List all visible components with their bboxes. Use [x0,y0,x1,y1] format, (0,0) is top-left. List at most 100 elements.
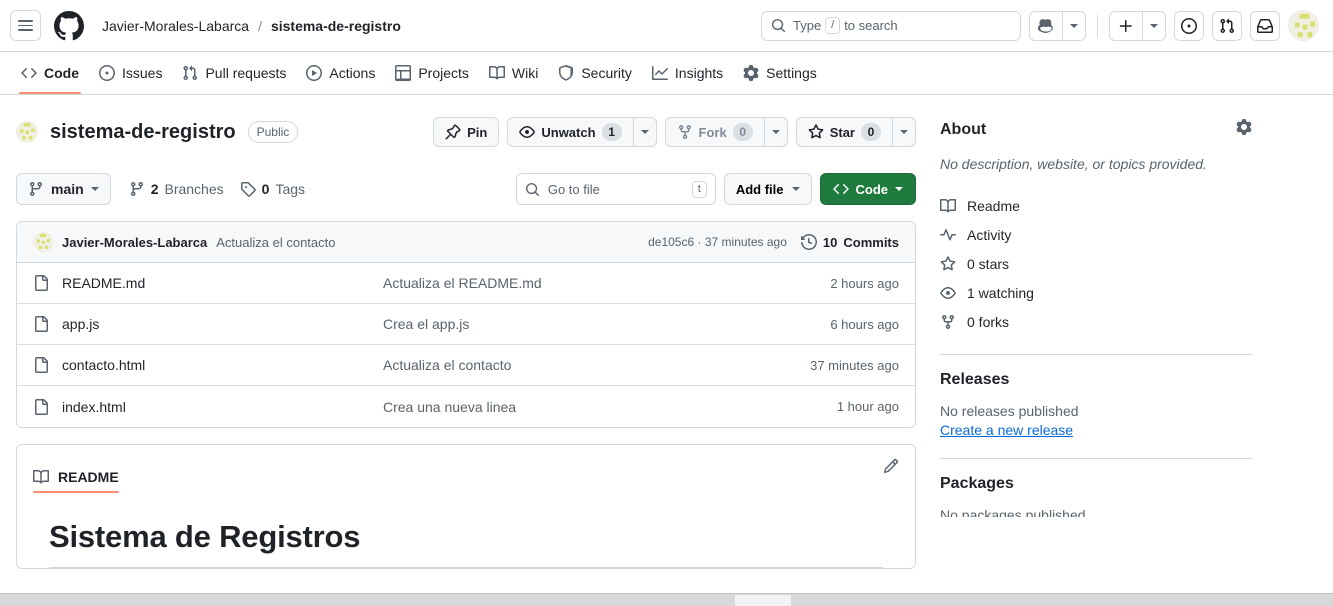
breadcrumb-repo[interactable]: sistema-de-registro [271,18,401,34]
tab-projects[interactable]: Projects [386,52,478,94]
pin-button[interactable]: Pin [433,117,500,147]
branches-count: 2 [150,181,159,197]
unwatch-button[interactable]: Unwatch 1 [507,117,633,147]
tag-icon [240,182,256,197]
breadcrumb-owner[interactable]: Javier-Morales-Labarca [102,18,249,34]
star-count: 0 [861,123,881,141]
avatar[interactable] [1288,10,1319,41]
file-commit-time: 2 hours ago [830,275,899,291]
releases-title: Releases [940,371,1010,388]
file-commit-message[interactable]: Actualiza el contacto [383,357,810,373]
table-row[interactable]: index.html Crea una nueva linea 1 hour a… [17,386,915,427]
add-file-button[interactable]: Add file [723,173,812,205]
commit-meta: de105c6 · 37 minutes ago 10 Commits [648,234,899,250]
tab-insights[interactable]: Insights [643,52,732,94]
scrollbar-thumb[interactable] [735,595,791,606]
about-settings-gear-icon[interactable] [1236,119,1252,140]
issues-icon[interactable] [1174,10,1204,41]
file-commit-message[interactable]: Crea una nueva linea [383,399,837,415]
about-description: No description, website, or topics provi… [940,156,1207,172]
search-icon [771,18,786,33]
table-row[interactable]: README.md Actualiza el README.md 2 hours… [17,263,915,304]
tab-pull-requests[interactable]: Pull requests [173,52,295,94]
inbox-icon[interactable] [1250,10,1280,41]
graph-icon [651,66,668,80]
fork-icon [942,314,954,329]
page-title[interactable]: sistema-de-registro [50,121,236,144]
sidebar: About No description, website, or topics… [940,117,1252,517]
edit-readme-button[interactable] [883,458,899,481]
fork-dropdown-button[interactable] [763,117,788,147]
pin-icon [445,124,461,140]
commits-count-link[interactable]: 10 Commits [800,234,899,250]
go-to-file-input[interactable]: Go to file t [515,173,716,205]
github-logo-icon[interactable] [54,10,84,41]
history-icon [800,234,817,250]
file-name[interactable]: contacto.html [62,357,145,373]
file-name[interactable]: README.md [62,275,145,291]
chevron-down-icon [1070,23,1078,28]
copilot-dropdown-caret[interactable] [1062,10,1086,41]
search-placeholder-after: to search [844,18,898,33]
tab-issues[interactable]: Issues [90,52,171,94]
readme-tab-label: README [58,468,119,485]
file-name[interactable]: index.html [62,399,126,415]
shield-icon [559,65,574,81]
packages-title: Packages [940,475,1014,492]
fork-button[interactable]: Fork 0 [664,117,764,147]
sidebar-item-forks-label: 0 forks [967,313,1010,330]
chevron-down-icon [900,130,908,134]
packages-empty-note: No packages published [940,507,1086,517]
sidebar-item-readme[interactable]: Readme [940,191,1252,220]
breadcrumb: Javier-Morales-Labarca / sistema-de-regi… [102,18,401,34]
tab-actions-label: Actions [329,65,376,81]
tab-readme[interactable]: README [33,446,119,493]
pull-requests-icon[interactable] [1212,10,1242,41]
tab-projects-label: Projects [418,65,469,81]
sidebar-item-stars[interactable]: 0 stars [940,249,1252,278]
sidebar-item-activity[interactable]: Activity [940,220,1252,249]
branches-link[interactable]: 2 Branches [129,181,224,197]
sidebar-divider [940,458,1252,459]
commit-sha-and-time[interactable]: de105c6 · 37 minutes ago [648,235,787,249]
header-divider [1097,14,1098,37]
copilot-split-button[interactable] [1029,10,1086,41]
table-row[interactable]: app.js Crea el app.js 6 hours ago [17,304,915,345]
file-commit-time: 37 minutes ago [810,357,899,373]
file-commit-message[interactable]: Crea el app.js [383,316,830,332]
create-new-dropdown-caret[interactable] [1142,10,1166,41]
create-release-link[interactable]: Create a new release [940,422,1073,438]
search-placeholder-before: Type [793,18,822,33]
table-row[interactable]: contacto.html Actualiza el contacto 37 m… [17,345,915,386]
tab-wiki[interactable]: Wiki [480,52,547,94]
commit-author[interactable]: Javier-Morales-Labarca [62,235,207,250]
file-name[interactable]: app.js [62,316,99,332]
star-button[interactable]: Star 0 [795,117,892,147]
code-button[interactable]: Code [819,173,916,205]
sidebar-item-watching[interactable]: 1 watching [940,278,1252,307]
search-input[interactable]: Type / to search [761,10,1021,41]
watch-dropdown-button[interactable] [632,117,657,147]
plus-icon[interactable] [1109,10,1142,41]
create-new-split-button[interactable] [1109,10,1166,41]
sidebar-item-watching-label: 1 watching [967,284,1034,301]
commits-count: 10 [822,234,838,250]
tab-insights-label: Insights [674,65,724,81]
file-name-cell: index.html [33,398,383,415]
commit-message[interactable]: Actualiza el contacto [216,235,335,250]
sidebar-item-forks[interactable]: 0 forks [940,307,1252,336]
releases-empty-note: No releases published [940,403,1079,419]
star-dropdown-button[interactable] [892,117,916,147]
tab-code[interactable]: Code [12,52,88,94]
file-icon [35,398,48,415]
tab-actions[interactable]: Actions [297,52,384,94]
branch-selector[interactable]: main [16,173,111,205]
tab-security[interactable]: Security [549,52,641,94]
hamburger-menu-icon[interactable] [10,10,41,41]
chevron-down-icon [771,130,780,134]
horizontal-scrollbar[interactable] [0,593,1333,606]
copilot-icon[interactable] [1029,10,1062,41]
tab-settings[interactable]: Settings [734,52,826,94]
tags-link[interactable]: 0 Tags [240,181,305,197]
file-commit-message[interactable]: Actualiza el README.md [383,275,830,291]
